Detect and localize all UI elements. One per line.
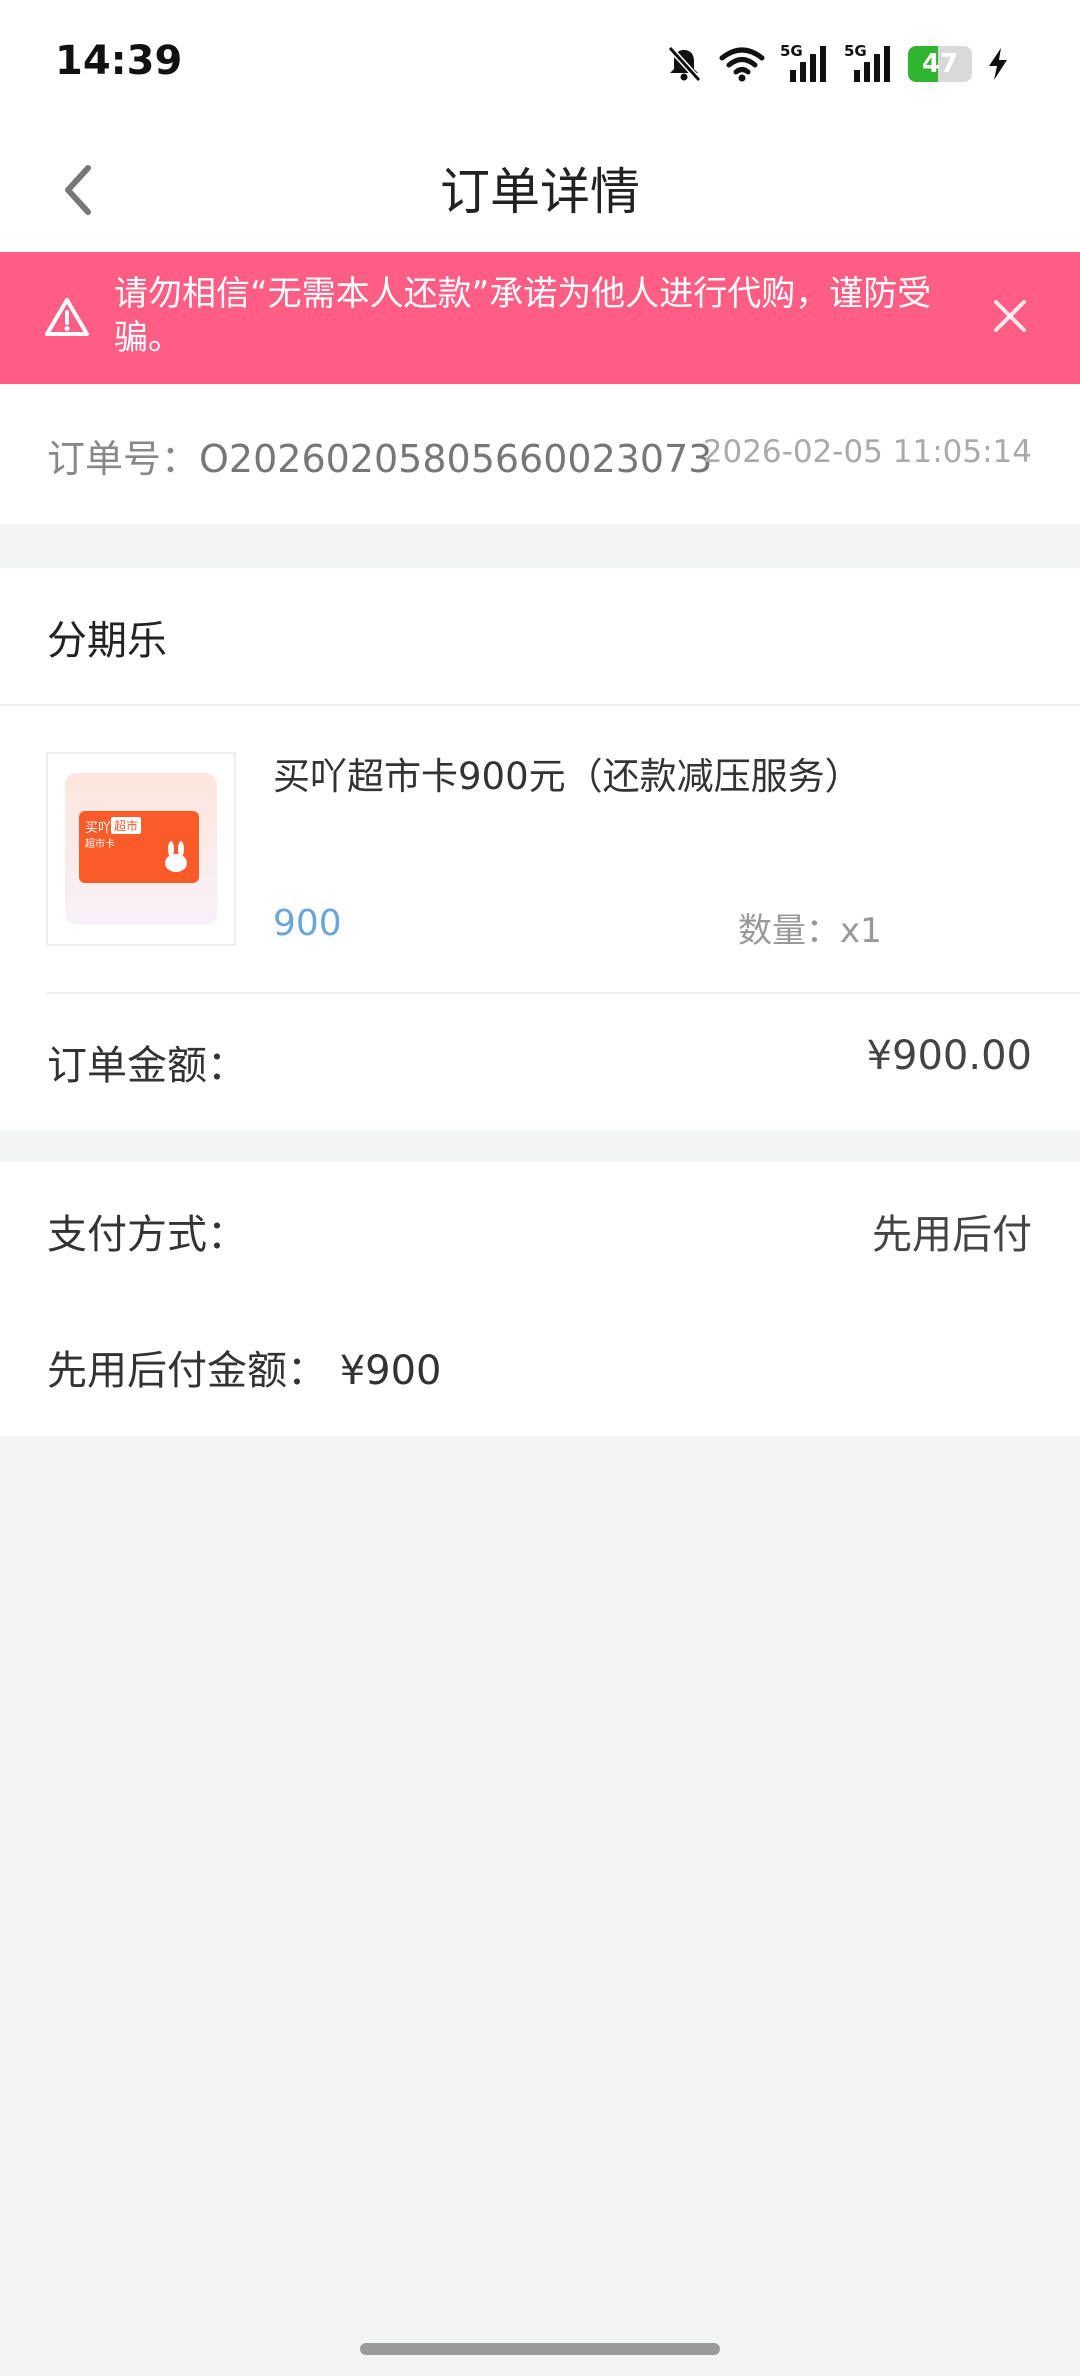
product-price: 900 xyxy=(273,903,342,944)
order-time: 2026-02-05 11:05:14 xyxy=(702,434,1032,470)
rabbit-icon xyxy=(161,841,191,877)
close-icon xyxy=(992,298,1028,338)
alert-close-button[interactable] xyxy=(980,288,1040,348)
status-icons: 5G 5G 47 xyxy=(664,42,1010,86)
thumbnail-tag-1: 买吖 xyxy=(85,821,112,836)
store-name: 分期乐 xyxy=(47,618,167,664)
page-title: 订单详情 xyxy=(440,163,640,221)
order-number: 订单号：O20260205805660023073 xyxy=(47,428,712,483)
warning-triangle-icon xyxy=(44,296,90,342)
thumbnail-sub: 超市卡 xyxy=(85,839,115,850)
supermarket-card-image: 买吖 超市 超市卡 xyxy=(79,811,199,883)
order-amount-value: ¥900.00 xyxy=(866,1033,1032,1079)
mute-bell-icon xyxy=(664,44,704,84)
order-number-row: 订单号：O20260205805660023073 2026-02-05 11:… xyxy=(0,384,1080,524)
product-quantity: 数量：x1 xyxy=(738,911,882,951)
order-number-value: O20260205805660023073 xyxy=(199,437,713,481)
bnpl-amount: 先用后付金额： ¥900 xyxy=(47,1348,442,1394)
product-card: 分期乐 买吖 超市 超市卡 买吖超市卡900元（还款减压服务） 900 数量：x… xyxy=(0,568,1080,1130)
divider xyxy=(46,992,1080,994)
alert-text: 请勿相信“无需本人还款”承诺为他人进行代购，谨防受骗。 xyxy=(114,274,932,358)
fraud-alert-banner: 请勿相信“无需本人还款”承诺为他人进行代购，谨防受骗。 xyxy=(0,252,1080,384)
order-number-label: 订单号： xyxy=(47,437,200,481)
wifi-icon xyxy=(718,44,766,84)
signal-5g-icon-2: 5G xyxy=(844,42,894,84)
status-time: 14:39 xyxy=(55,38,183,84)
status-bar: 14:39 5G 5G 47 xyxy=(0,0,1080,126)
order-amount-label: 订单金额： xyxy=(47,1043,247,1089)
nav-bar: 订单详情 xyxy=(0,126,1080,252)
payment-card: 支付方式： 先用后付 先用后付金额： ¥900 xyxy=(0,1162,1080,1436)
payment-method-label: 支付方式： xyxy=(47,1212,247,1258)
charging-bolt-icon xyxy=(986,46,1010,82)
thumbnail-tag-2: 超市 xyxy=(111,817,142,834)
battery-icon: 47 xyxy=(908,46,972,82)
product-image: 买吖 超市 超市卡 xyxy=(65,773,217,925)
battery-level: 47 xyxy=(921,49,959,79)
signal-5g-icon: 5G xyxy=(780,42,830,84)
product-thumbnail[interactable]: 买吖 超市 超市卡 xyxy=(46,752,236,946)
home-indicator[interactable] xyxy=(360,2343,720,2355)
divider xyxy=(0,704,1080,706)
product-title[interactable]: 买吖超市卡900元（还款减压服务） xyxy=(273,746,862,800)
payment-method-value: 先用后付 xyxy=(872,1212,1032,1258)
